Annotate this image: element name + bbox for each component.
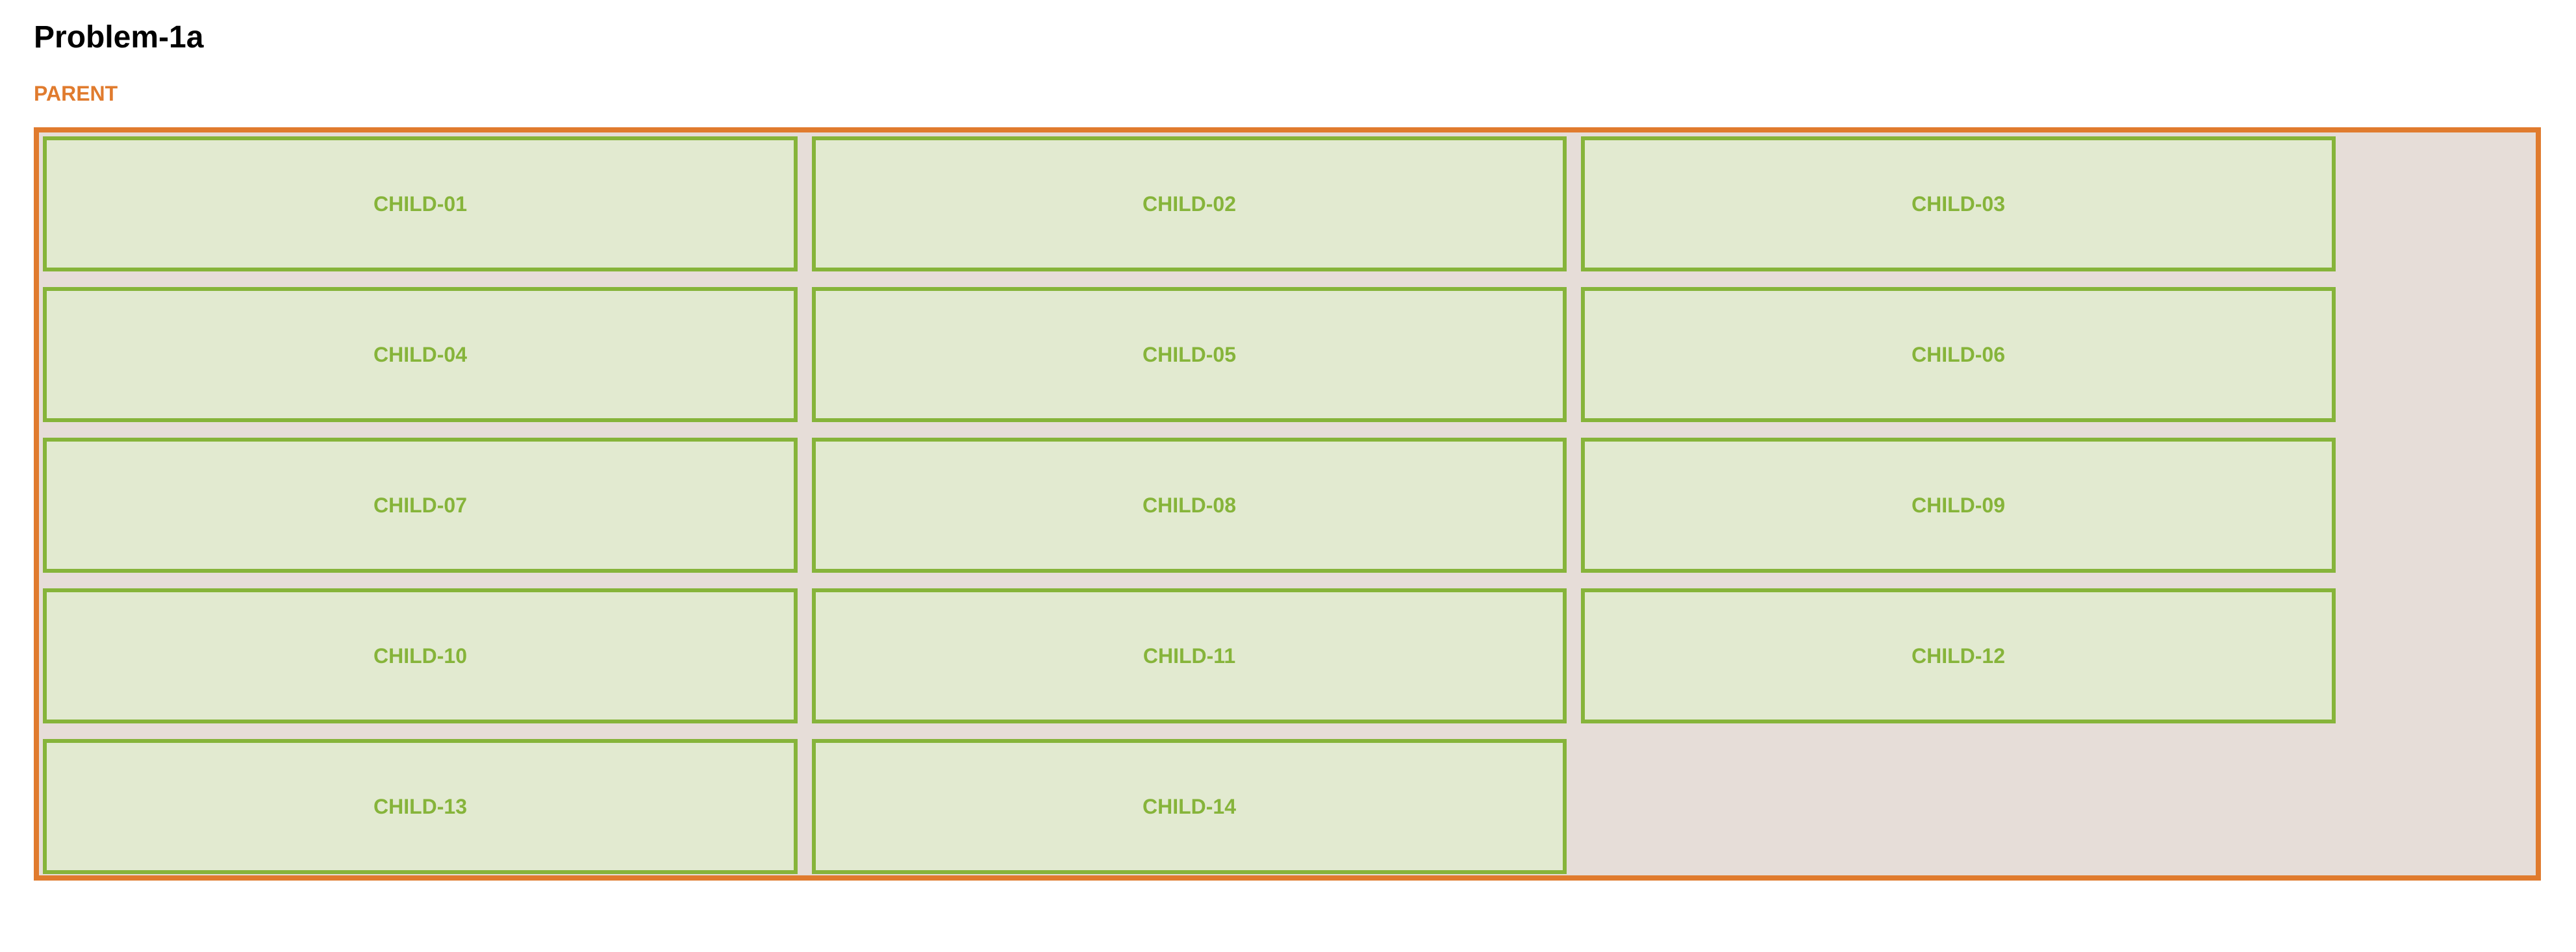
child-label: CHILD-06 xyxy=(1911,342,2005,366)
child-label: CHILD-11 xyxy=(1143,644,1236,668)
parent-container: CHILD-01 CHILD-02 CHILD-03 CHILD-04 CHIL… xyxy=(34,127,2541,881)
parent-label: PARENT xyxy=(34,82,118,105)
child-box: CHILD-03 xyxy=(1581,136,2336,271)
child-box: CHILD-13 xyxy=(43,739,798,874)
child-label: CHILD-13 xyxy=(373,794,467,818)
child-label: CHILD-09 xyxy=(1911,493,2005,517)
child-label: CHILD-08 xyxy=(1142,493,1236,517)
child-label: CHILD-03 xyxy=(1911,192,2005,216)
child-box: CHILD-07 xyxy=(43,438,798,573)
child-box: CHILD-08 xyxy=(812,438,1567,573)
child-box: CHILD-04 xyxy=(43,287,798,422)
child-box: CHILD-06 xyxy=(1581,287,2336,422)
child-box: CHILD-09 xyxy=(1581,438,2336,573)
child-label: CHILD-07 xyxy=(373,493,467,517)
child-label: CHILD-01 xyxy=(373,192,467,216)
child-label: CHILD-05 xyxy=(1142,342,1236,366)
page-title: Problem-1a xyxy=(34,20,204,55)
child-box: CHILD-10 xyxy=(43,588,798,723)
child-box: CHILD-05 xyxy=(812,287,1567,422)
child-box: CHILD-02 xyxy=(812,136,1567,271)
child-box: CHILD-14 xyxy=(812,739,1567,874)
child-label: CHILD-02 xyxy=(1142,192,1236,216)
child-box: CHILD-11 xyxy=(812,588,1567,723)
child-box: CHILD-12 xyxy=(1581,588,2336,723)
child-box: CHILD-01 xyxy=(43,136,798,271)
child-label: CHILD-12 xyxy=(1911,644,2005,668)
child-label: CHILD-04 xyxy=(373,342,467,366)
child-label: CHILD-10 xyxy=(373,644,467,668)
child-label: CHILD-14 xyxy=(1142,794,1236,818)
